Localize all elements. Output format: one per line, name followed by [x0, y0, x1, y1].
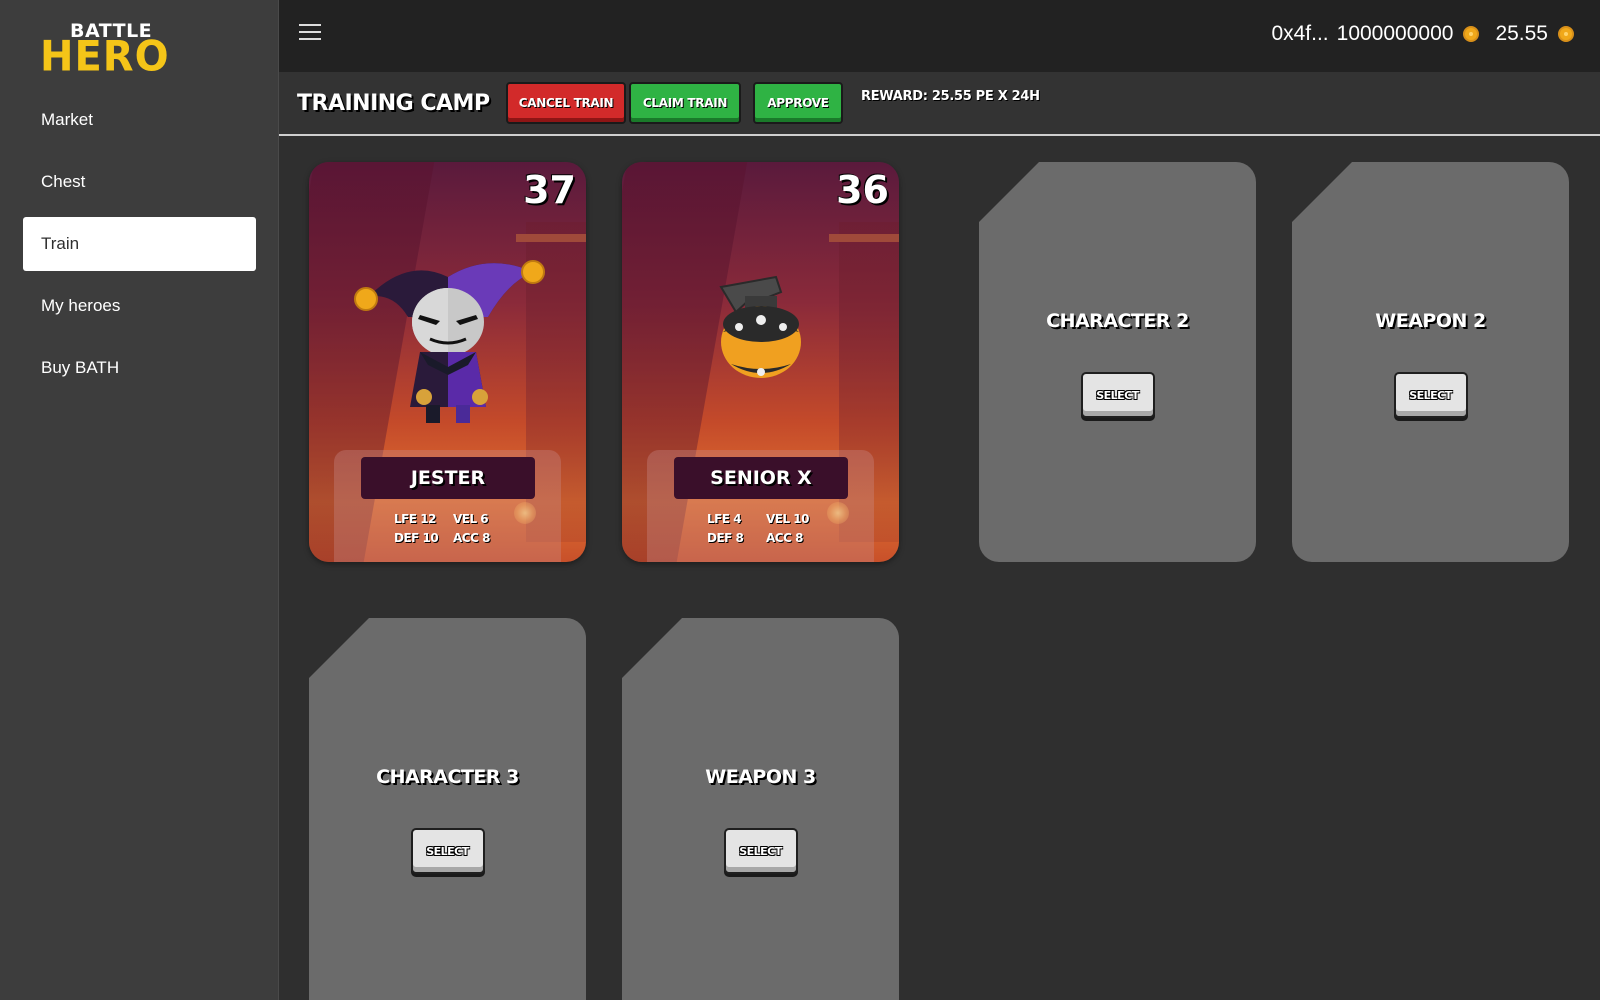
stat-accuracy: ACC 8	[453, 531, 490, 545]
sidebar-item-label: Buy BATH	[41, 358, 120, 377]
stat-life: LFE 4	[707, 512, 742, 526]
select-weapon-3-button[interactable]: SELECT	[723, 828, 798, 874]
approve-button[interactable]: APPROVE	[753, 82, 843, 124]
sidebar-item-label: My heroes	[41, 296, 121, 315]
grenade-weapon-art	[718, 275, 801, 378]
wallet-info: 0x4f... 1000000000 25.55	[1271, 22, 1574, 46]
sidebar-item-label: Market	[41, 110, 93, 129]
wallet-address[interactable]: 0x4f...	[1271, 22, 1328, 46]
character-slot-2: CHARACTER 2 SELECT	[979, 162, 1256, 562]
card-name: SENIOR X	[674, 457, 848, 499]
hamburger-menu-icon[interactable]	[299, 24, 321, 42]
jester-character-art	[353, 260, 545, 423]
sidebar-item-market[interactable]: Market	[23, 93, 256, 147]
sidebar-item-my-heroes[interactable]: My heroes	[23, 279, 256, 333]
slot-title: CHARACTER 3	[376, 766, 519, 788]
sidebar-item-train[interactable]: Train	[23, 217, 256, 271]
reward-text: REWARD: 25.55 PE X 24H	[861, 89, 1040, 104]
coin-icon	[1558, 26, 1574, 42]
app-root: BATTLE HERO Market Chest Train My heroes…	[0, 0, 1600, 1000]
sidebar-nav: Market Chest Train My heroes Buy BATH	[23, 93, 256, 403]
claim-train-button[interactable]: CLAIM TRAIN	[629, 82, 741, 124]
stat-defense: DEF 8	[707, 531, 744, 545]
stat-defense: DEF 10	[394, 531, 439, 545]
character-card-1[interactable]: 37 JESTER LFE 12 VEL 6 DEF 10 ACC 8	[309, 162, 586, 562]
weapon-card-1[interactable]: 36 SENIOR X LFE 4 VEL 10 DEF 8 ACC 8	[622, 162, 899, 562]
stat-velocity: VEL 6	[453, 512, 489, 526]
logo-bottom-text: HERO	[40, 32, 170, 82]
weapon-slot-2: WEAPON 2 SELECT	[1292, 162, 1569, 562]
sidebar: BATTLE HERO Market Chest Train My heroes…	[0, 0, 279, 1000]
top-bar: 0x4f... 1000000000 25.55	[279, 0, 1600, 72]
slot-title: WEAPON 2	[1375, 310, 1486, 332]
sidebar-item-chest[interactable]: Chest	[23, 155, 256, 209]
stat-life: LFE 12	[394, 512, 436, 526]
page-title: TRAINING CAMP	[297, 91, 490, 116]
card-background-platform	[829, 234, 899, 242]
sidebar-item-label: Train	[41, 234, 80, 253]
card-background-platform	[516, 234, 586, 242]
sidebar-item-buy-bath[interactable]: Buy BATH	[23, 341, 256, 395]
slot-title: WEAPON 3	[705, 766, 816, 788]
card-stats: LFE 12 VEL 6 DEF 10 ACC 8	[394, 512, 504, 545]
training-toolbar: TRAINING CAMP CANCEL TRAIN CLAIM TRAIN A…	[279, 72, 1600, 136]
select-character-3-button[interactable]: SELECT	[410, 828, 485, 874]
card-stats: LFE 4 VEL 10 DEF 8 ACC 8	[707, 512, 817, 545]
select-character-2-button[interactable]: SELECT	[1080, 372, 1155, 418]
cancel-train-button[interactable]: CANCEL TRAIN	[506, 82, 626, 124]
coin-icon	[1463, 26, 1480, 42]
select-weapon-2-button[interactable]: SELECT	[1393, 372, 1468, 418]
token-balance-2: 25.55	[1495, 22, 1548, 45]
battle-hero-logo[interactable]: BATTLE HERO	[40, 20, 169, 78]
stat-accuracy: ACC 8	[766, 531, 803, 545]
card-level: 37	[523, 168, 576, 212]
card-level: 36	[836, 168, 889, 212]
token-balance-1: 1000000000	[1336, 22, 1454, 45]
weapon-slot-3: WEAPON 3 SELECT	[622, 618, 899, 1000]
card-name: JESTER	[361, 457, 535, 499]
slot-title: CHARACTER 2	[1046, 310, 1189, 332]
character-slot-3: CHARACTER 3 SELECT	[309, 618, 586, 1000]
sidebar-item-label: Chest	[41, 172, 86, 191]
stat-velocity: VEL 10	[766, 512, 810, 526]
